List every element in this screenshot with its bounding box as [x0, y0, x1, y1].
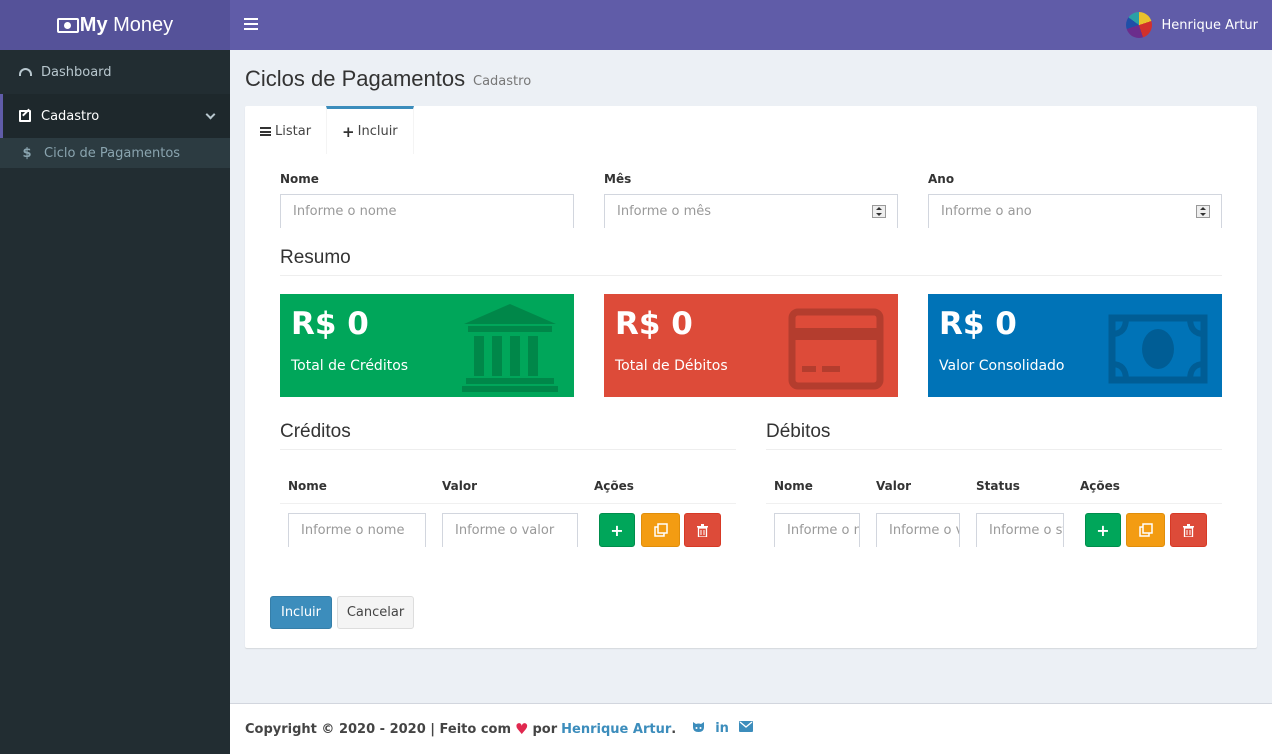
summary-caption: Total de Débitos [615, 358, 728, 374]
nome-label: Nome [280, 172, 319, 186]
money-icon [1108, 314, 1208, 384]
clone-icon [1138, 523, 1153, 537]
table-header-divider [280, 503, 736, 504]
money-icon [56, 17, 79, 33]
edit-icon [18, 110, 32, 122]
summary-caption: Valor Consolidado [939, 358, 1065, 374]
brand-logo[interactable]: My Money [0, 0, 230, 50]
creditos-header-valor: Valor [442, 479, 478, 493]
incluir-button[interactable]: Incluir [270, 596, 332, 629]
tab-label: Listar [275, 124, 312, 139]
sidebar-item-label: Dashboard [41, 64, 112, 80]
number-spinner-icon[interactable] [1196, 205, 1210, 218]
avatar [1126, 12, 1153, 38]
bank-icon [462, 304, 558, 392]
ano-label: Ano [928, 172, 955, 186]
social-links: in [692, 721, 753, 737]
mes-label: Mês [604, 172, 632, 186]
debito-nome-placeholder: Informe o nome [787, 523, 859, 538]
nome-input[interactable]: Informe o nome [280, 194, 574, 228]
sidebar-toggle-icon[interactable] [244, 18, 258, 30]
user-name: Henrique Artur [1161, 17, 1258, 33]
plus-icon: + [610, 520, 624, 540]
summary-card-consolidado: R$ 0 Valor Consolidado [928, 294, 1222, 397]
debito-valor-input[interactable]: Informe o valor [876, 513, 960, 547]
sidebar: Dashboard Cadastro $ Ciclo de Pagamentos [0, 50, 230, 754]
summary-value: R$ 0 [939, 306, 1017, 342]
debito-delete-button[interactable] [1170, 513, 1207, 547]
tab-label: Incluir [357, 124, 398, 139]
brand-rest: Money [107, 13, 174, 36]
page-title: Ciclos de Pagamentos [245, 66, 466, 91]
footer: Copyright © 2020 - 2020 | Feito com ♥ po… [230, 703, 1272, 754]
brand-bold: My [79, 13, 108, 36]
sidebar-item-label: Cadastro [41, 108, 100, 124]
credito-valor-input[interactable]: Informe o valor [442, 513, 578, 547]
creditos-header-nome: Nome [288, 479, 327, 493]
credito-nome-input[interactable]: Informe o nome [288, 513, 426, 547]
debito-nome-input[interactable]: Informe o nome [774, 513, 860, 547]
author-link[interactable]: Henrique Artur [561, 722, 671, 737]
dashboard-icon [18, 68, 32, 76]
footer-dot: . [671, 721, 677, 737]
trash-icon [1183, 523, 1194, 537]
table-header-divider [766, 503, 1222, 504]
credito-clone-button[interactable] [641, 513, 680, 547]
plus-icon: + [342, 122, 355, 141]
user-menu[interactable]: Henrique Artur [1126, 12, 1258, 38]
sidebar-item-dashboard[interactable]: Dashboard [0, 50, 230, 94]
tab-incluir[interactable]: + Incluir [326, 106, 414, 154]
debito-add-button[interactable]: + [1085, 513, 1121, 547]
tab-listar[interactable]: Listar [245, 106, 326, 154]
debitos-header-status: Status [976, 479, 1020, 493]
resumo-title: Resumo [280, 247, 1222, 276]
trash-icon [697, 523, 708, 537]
ano-placeholder: Informe o ano [941, 204, 1032, 219]
debito-status-placeholder: Informe o status [989, 523, 1063, 538]
top-navbar: Henrique Artur [230, 0, 1272, 50]
sidebar-subitem-ciclo-pagamentos[interactable]: $ Ciclo de Pagamentos [0, 138, 230, 168]
ano-input[interactable]: Informe o ano [928, 194, 1222, 228]
mes-placeholder: Informe o mês [617, 204, 712, 219]
debito-status-input[interactable]: Informe o status [976, 513, 1064, 547]
debito-clone-button[interactable] [1126, 513, 1165, 547]
summary-value: R$ 0 [291, 306, 369, 342]
footer-by: por [532, 721, 558, 737]
footer-copyright: Copyright © 2020 - 2020 | Feito com [245, 721, 512, 737]
summary-card-debitos: R$ 0 Total de Débitos [604, 294, 898, 397]
summary-card-creditos: R$ 0 Total de Créditos [280, 294, 574, 397]
debitos-title: Débitos [766, 421, 1222, 450]
number-spinner-icon[interactable] [872, 205, 886, 218]
creditos-header-acoes: Ações [594, 479, 634, 493]
plus-icon: + [1096, 520, 1110, 540]
debito-valor-placeholder: Informe o valor [889, 523, 959, 538]
credito-add-button[interactable]: + [599, 513, 635, 547]
creditos-title: Créditos [280, 421, 736, 450]
envelope-icon[interactable] [738, 721, 753, 737]
credito-delete-button[interactable] [684, 513, 721, 547]
debitos-header-valor: Valor [876, 479, 912, 493]
heart-icon: ♥ [515, 720, 529, 738]
tab-bar: Listar + Incluir [245, 106, 414, 154]
linkedin-icon[interactable]: in [715, 721, 729, 737]
dollar-icon: $ [22, 145, 32, 161]
cancelar-button[interactable]: Cancelar [337, 596, 414, 629]
debitos-header-acoes: Ações [1080, 479, 1120, 493]
sidebar-subitem-label: Ciclo de Pagamentos [44, 145, 181, 161]
clone-icon [653, 523, 668, 537]
summary-value: R$ 0 [615, 306, 693, 342]
credit-card-icon [788, 308, 884, 390]
github-icon[interactable] [692, 721, 705, 737]
credito-valor-placeholder: Informe o valor [455, 523, 555, 538]
summary-caption: Total de Créditos [291, 358, 409, 374]
nome-placeholder: Informe o nome [293, 204, 397, 219]
list-icon [260, 127, 271, 136]
form-box: Listar + Incluir Nome Informe o nome Mês… [245, 106, 1257, 648]
credito-nome-placeholder: Informe o nome [301, 523, 405, 538]
debitos-header-nome: Nome [774, 479, 813, 493]
sidebar-item-cadastro[interactable]: Cadastro [0, 94, 230, 138]
chevron-down-icon [205, 109, 216, 120]
mes-input[interactable]: Informe o mês [604, 194, 898, 228]
page-subtitle: Cadastro [473, 74, 532, 89]
